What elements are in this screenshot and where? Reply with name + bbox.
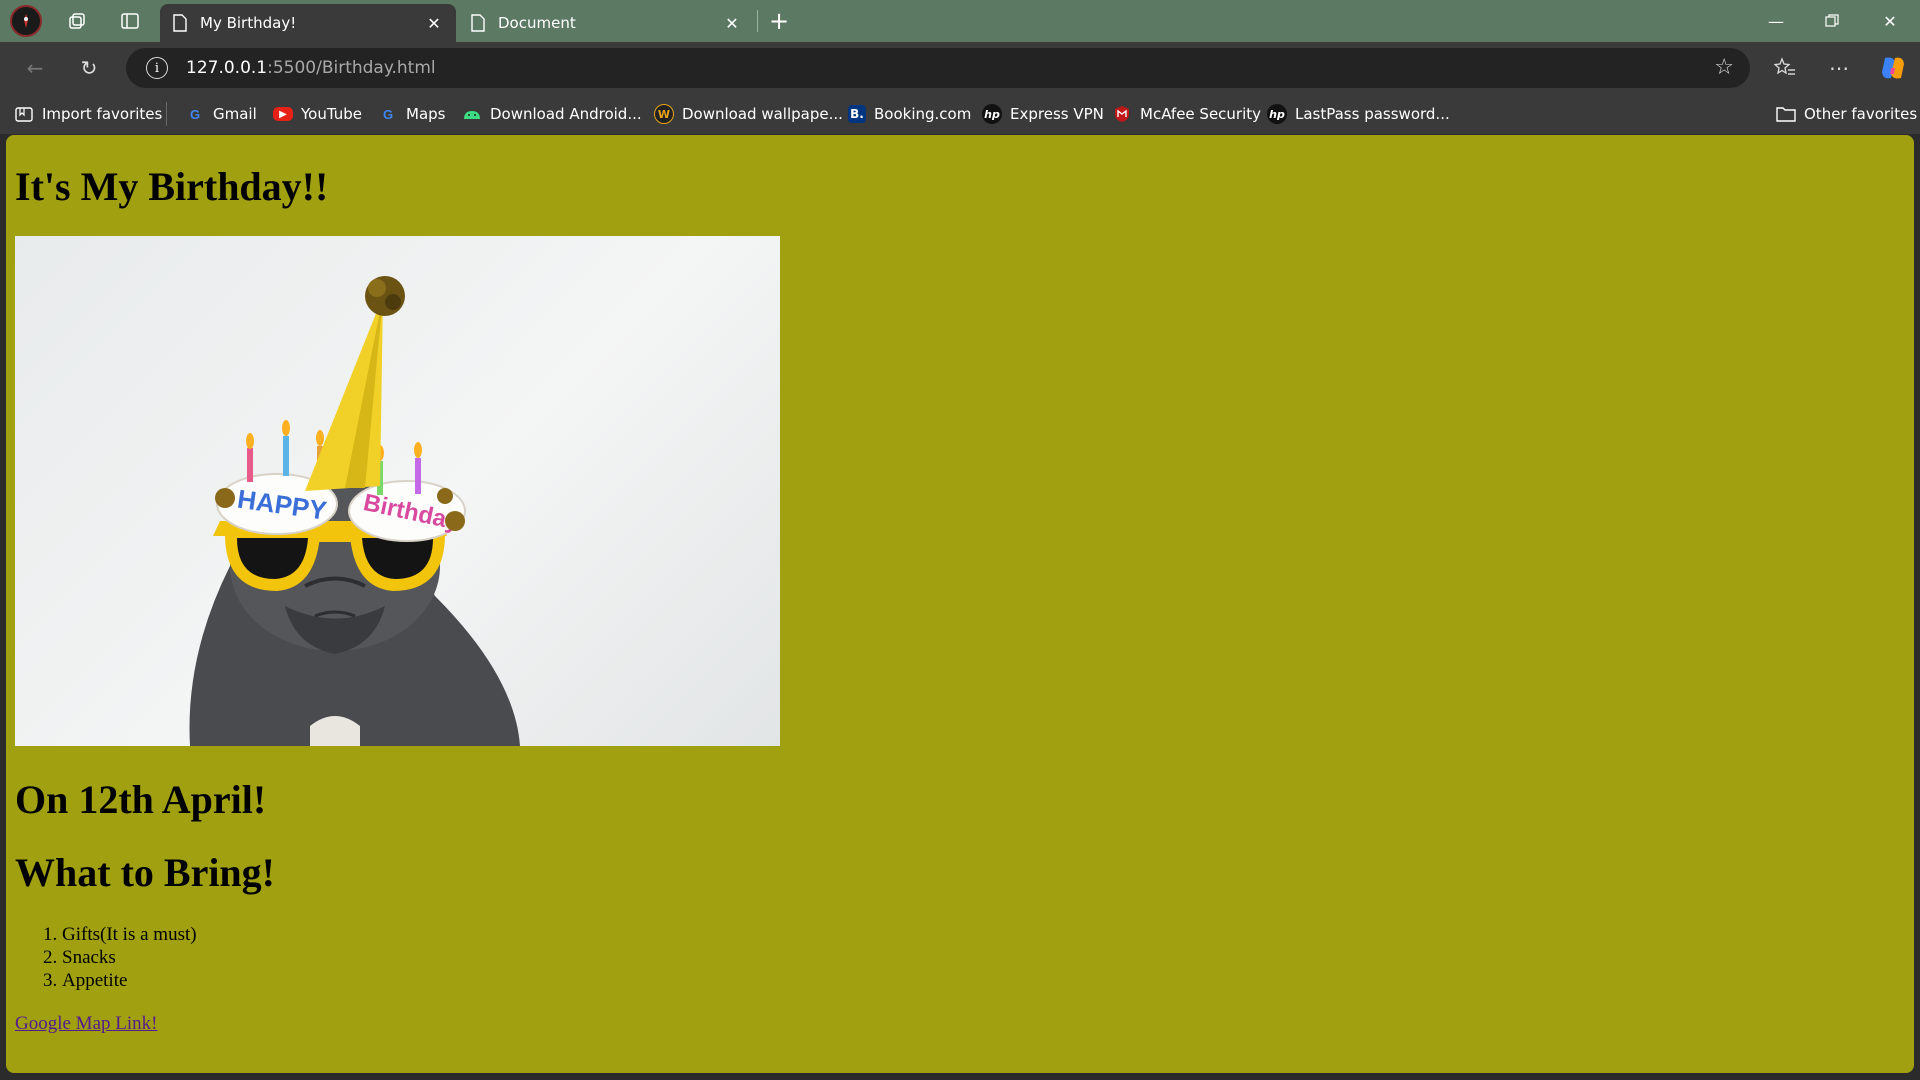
folder-icon (1776, 104, 1796, 124)
refresh-button[interactable]: ↻ (72, 51, 106, 85)
page-icon (173, 14, 187, 32)
ellipsis-icon: ⋯ (1829, 56, 1849, 80)
pug-party-hat-illustration: HAPPY Birthday (189, 276, 520, 746)
new-tab-button[interactable]: + (762, 4, 796, 38)
list-item: Appetite (62, 969, 197, 992)
hp-icon: hp (982, 104, 1002, 124)
copilot-icon (1882, 57, 1904, 79)
mcafee-icon (1112, 104, 1132, 124)
tab-my-birthday[interactable]: My Birthday! ✕ (160, 4, 456, 42)
list-item: Snacks (62, 946, 197, 969)
copilot-button[interactable] (1876, 51, 1910, 85)
favorites-list-icon (1774, 57, 1795, 75)
bookmarks-divider (166, 102, 167, 126)
birthday-dog-image: HAPPY Birthday (15, 236, 780, 746)
back-arrow-icon: ← (26, 56, 44, 80)
url-host: 127.0.0.1 (186, 58, 268, 78)
bring-heading: What to Bring! (15, 850, 275, 895)
refresh-icon: ↻ (80, 56, 98, 80)
other-favorites-folder[interactable]: Other favorites (1776, 102, 1917, 126)
google-icon: G (189, 106, 201, 122)
page-viewport: It's My Birthday!! HAPPY Birthday On 12t… (6, 135, 1914, 1073)
minimize-button[interactable]: — (1748, 0, 1804, 42)
navigation-bar: ← ↻ i 127.0.0.1:5500/Birthday.html ☆ ⋯ (0, 42, 1920, 94)
bookmark-maps[interactable]: G Maps (378, 102, 446, 126)
restore-button[interactable] (1804, 0, 1860, 42)
bring-list: Gifts(It is a must) Snacks Appetite (62, 923, 197, 992)
bookmark-booking[interactable]: B. Booking.com (848, 102, 971, 126)
list-item: Gifts(It is a must) (62, 923, 197, 946)
bookmark-express-vpn[interactable]: hp Express VPN (982, 102, 1104, 126)
hp-icon: hp (1267, 104, 1287, 124)
page-icon (471, 14, 485, 32)
bookmarks-bar: Import favorites G Gmail ▶ YouTube G Map… (0, 94, 1920, 134)
wallpaper-icon: W (654, 104, 674, 124)
youtube-icon: ▶ (273, 107, 293, 121)
minimize-icon: — (1768, 11, 1784, 31)
bookmark-lastpass[interactable]: hp LastPass password... (1267, 102, 1450, 126)
tab-actions-button[interactable] (113, 4, 147, 38)
favorites-button[interactable] (1768, 51, 1802, 85)
tab-title: My Birthday! (200, 14, 297, 32)
tab-document[interactable]: Document ✕ (458, 4, 754, 42)
close-icon: ✕ (1883, 11, 1897, 31)
vertical-tabs-icon (121, 13, 139, 29)
google-map-link[interactable]: Google Map Link! (15, 1013, 157, 1035)
restore-icon (1825, 14, 1839, 27)
workspaces-icon (69, 13, 85, 29)
close-window-button[interactable]: ✕ (1862, 0, 1918, 42)
site-info-icon[interactable]: i (146, 57, 168, 79)
bookmark-download-android[interactable]: Download Android... (462, 102, 642, 126)
date-heading: On 12th April! (15, 777, 267, 822)
bookmark-mcafee[interactable]: McAfee Security (1112, 102, 1261, 126)
plus-icon: + (768, 7, 790, 35)
profile-icon (24, 14, 28, 28)
import-icon (14, 104, 34, 124)
bookmark-youtube[interactable]: ▶ YouTube (273, 102, 362, 126)
url-text[interactable]: 127.0.0.1:5500/Birthday.html (186, 58, 436, 78)
bookmark-download-wallpaper[interactable]: W Download wallpape... (654, 102, 843, 126)
google-icon: G (382, 106, 394, 122)
workspaces-button[interactable] (60, 4, 94, 38)
back-button[interactable]: ← (18, 51, 52, 85)
profile-avatar[interactable] (10, 5, 42, 37)
close-tab-icon[interactable]: ✕ (722, 13, 742, 33)
tab-title: Document (498, 14, 576, 32)
tab-strip: My Birthday! ✕ Document ✕ + — ✕ (0, 0, 1920, 42)
more-options-button[interactable]: ⋯ (1822, 51, 1856, 85)
address-bar[interactable]: i 127.0.0.1:5500/Birthday.html ☆ (126, 48, 1750, 88)
bookmark-import-favorites[interactable]: Import favorites (14, 102, 162, 126)
android-icon (462, 104, 482, 124)
tab-divider (757, 10, 758, 32)
close-tab-icon[interactable]: ✕ (424, 13, 444, 33)
page-heading: It's My Birthday!! (15, 164, 329, 209)
bookmark-gmail[interactable]: G Gmail (185, 102, 257, 126)
url-path: :5500/Birthday.html (267, 58, 436, 78)
favorite-star-icon[interactable]: ☆ (1714, 55, 1734, 80)
booking-icon: B. (848, 105, 866, 123)
